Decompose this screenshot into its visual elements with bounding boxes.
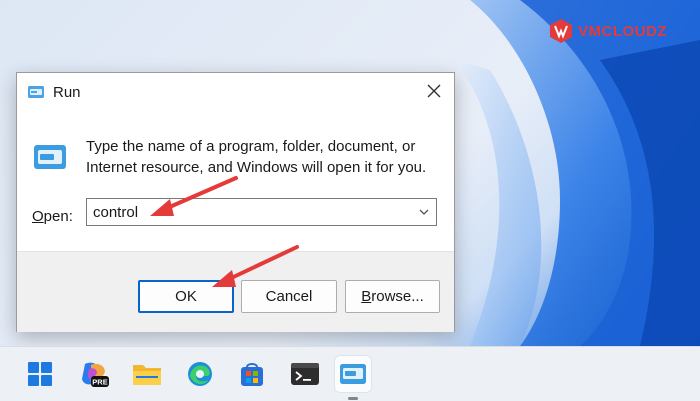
run-icon [28,86,44,98]
taskbar-terminal[interactable] [287,356,323,392]
taskbar-run[interactable] [335,356,371,392]
windows-start-icon [28,362,52,386]
ok-button[interactable]: OK [138,280,234,313]
button-bar: OK Cancel Browse... [17,251,454,332]
browse-label: rowse... [371,288,424,305]
terminal-icon [291,363,319,385]
close-icon [427,84,441,98]
cancel-button[interactable]: Cancel [241,280,337,313]
brand-text: VMCLOUDZ [578,22,667,40]
browse-accelerator: B [361,288,372,305]
taskbar-file-explorer[interactable] [129,356,165,392]
open-input[interactable] [87,199,413,225]
brand-logo-icon [550,19,572,43]
microsoft-store-icon [241,363,263,386]
title-bar[interactable]: Run [17,73,454,111]
dialog-description: Type the name of a program, folder, docu… [86,138,427,176]
open-label: Open: [32,208,73,225]
run-app-icon [34,145,66,169]
browse-button[interactable]: Browse... [345,280,440,313]
chevron-down-icon[interactable] [418,206,430,218]
edge-icon [188,362,212,386]
taskbar-copilot[interactable]: PRE [76,356,112,392]
close-button[interactable] [414,73,454,109]
open-combobox[interactable] [86,198,437,226]
open-label-text: pen: [43,208,73,225]
taskbar-edge[interactable] [182,356,218,392]
taskbar-store[interactable] [234,356,270,392]
copilot-badge: PRE [92,378,107,387]
taskbar-start-button[interactable] [22,356,58,392]
dialog-title: Run [53,84,81,101]
run-icon [340,364,366,384]
open-label-accelerator: O [32,208,44,225]
copilot-pre-icon: PRE [82,362,109,387]
file-explorer-icon [133,365,161,385]
taskbar: PRE [0,346,700,401]
run-dialog: Run Type the name of a program, folder, … [16,72,455,332]
brand-logo: VMCLOUDZ [548,18,667,44]
